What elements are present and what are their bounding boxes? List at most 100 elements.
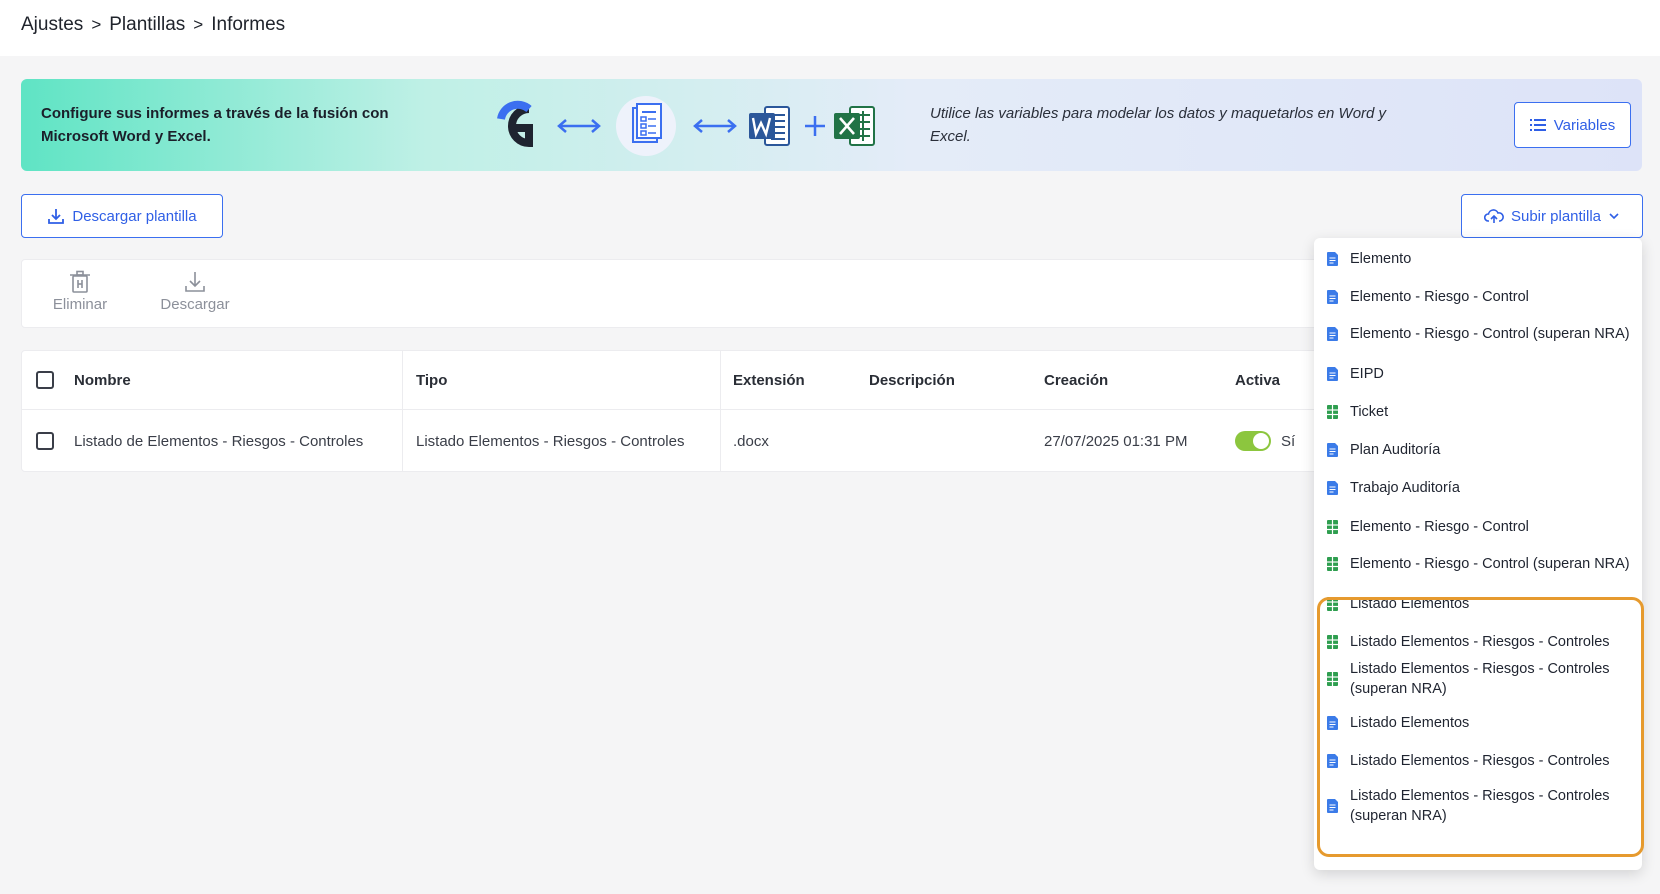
- dropdown-item-label: Trabajo Auditoría: [1350, 480, 1460, 496]
- breadcrumb-separator: >: [91, 15, 102, 34]
- dropdown-item-label: Elemento - Riesgo - Control (superan NRA…: [1350, 556, 1630, 572]
- dropdown-item-label: Elemento - Riesgo - Control: [1350, 289, 1529, 305]
- breadcrumb: Ajustes > Plantillas > Informes: [21, 14, 285, 36]
- active-toggle[interactable]: [1235, 431, 1271, 451]
- templates-table: Nombre Tipo Extensión Descripción Creaci…: [21, 350, 1361, 472]
- top-bar: Ajustes > Plantillas > Informes: [0, 0, 1660, 56]
- download-label: Descargar: [160, 296, 230, 313]
- dropdown-item[interactable]: Elemento - Riesgo - Control: [1314, 515, 1642, 539]
- dropdown-item[interactable]: Elemento: [1314, 247, 1642, 271]
- excel-icon: [834, 106, 875, 146]
- document-file-icon: [1327, 754, 1338, 768]
- breadcrumb-separator: >: [193, 15, 204, 34]
- g-logo-icon: [497, 100, 533, 148]
- breadcrumb-informes: Informes: [211, 14, 286, 35]
- dropdown-item[interactable]: Listado Elementos: [1314, 711, 1642, 735]
- word-icon: [749, 106, 790, 146]
- document-file-icon: [1327, 327, 1338, 341]
- plus-icon: [805, 116, 825, 136]
- column-header-descripcion[interactable]: Descripción: [869, 351, 955, 409]
- dropdown-item-label: Listado Elementos - Riesgos - Controles …: [1350, 661, 1610, 697]
- dropdown-item-label: Ticket: [1350, 404, 1389, 420]
- dropdown-item[interactable]: Elemento - Riesgo - Control: [1314, 285, 1642, 309]
- dropdown-item-label: Listado Elementos: [1350, 715, 1470, 731]
- dropdown-item-label: Listado Elementos: [1350, 596, 1470, 612]
- dropdown-item-label: Plan Auditoría: [1350, 442, 1441, 458]
- banner-hint: Utilice las variables para modelar los d…: [930, 105, 1387, 145]
- dropdown-item[interactable]: Plan Auditoría: [1314, 438, 1642, 462]
- table-toolbar: Eliminar Descargar: [21, 259, 1361, 328]
- banner-illustration: [497, 96, 875, 156]
- cell-nombre: Listado de Elementos - Riesgos - Control…: [74, 432, 364, 450]
- spreadsheet-file-icon: [1327, 520, 1338, 534]
- spreadsheet-file-icon: [1327, 557, 1338, 571]
- dropdown-item-label: Elemento - Riesgo - Control: [1350, 519, 1529, 535]
- download-button[interactable]: Descargar: [152, 270, 238, 313]
- column-header-activa[interactable]: Activa: [1235, 351, 1280, 409]
- dropdown-item[interactable]: Listado Elementos - Riesgos - Controles …: [1314, 657, 1642, 701]
- dropdown-item-label: Listado Elementos - Riesgos - Controles: [1350, 634, 1610, 650]
- column-header-nombre[interactable]: Nombre: [74, 351, 131, 409]
- document-file-icon: [1327, 367, 1338, 381]
- cell-creacion: 27/07/2025 01:31 PM: [1044, 432, 1188, 450]
- dropdown-item[interactable]: Listado Elementos: [1314, 592, 1642, 616]
- dropdown-item[interactable]: Trabajo Auditoría: [1314, 476, 1642, 500]
- spreadsheet-file-icon: [1327, 635, 1338, 649]
- variables-button[interactable]: Variables: [1514, 102, 1631, 148]
- variables-label: Variables: [1553, 116, 1616, 134]
- list-icon: [1529, 119, 1546, 131]
- dropdown-item[interactable]: Ticket: [1314, 400, 1642, 424]
- spreadsheet-file-icon: [1327, 597, 1338, 611]
- dropdown-item[interactable]: Elemento - Riesgo - Control (superan NRA…: [1314, 312, 1642, 356]
- download-template-button[interactable]: Descargar plantilla: [21, 194, 223, 238]
- document-file-icon: [1327, 716, 1338, 730]
- document-file-icon: [1327, 481, 1338, 495]
- dropdown-item[interactable]: Elemento - Riesgo - Control (superan NRA…: [1314, 542, 1642, 586]
- dropdown-item-label: Listado Elementos - Riesgos - Controles …: [1350, 788, 1610, 824]
- upload-template-dropdown: Elemento Elemento - Riesgo - Control Eleme…: [1314, 238, 1642, 870]
- dropdown-item[interactable]: EIPD: [1314, 362, 1642, 386]
- banner-description: Configure sus informes a través de la fu…: [41, 105, 389, 145]
- breadcrumb-plantillas[interactable]: Plantillas: [109, 14, 185, 36]
- dropdown-item-label: Elemento: [1350, 251, 1412, 267]
- dropdown-item[interactable]: Listado Elementos - Riesgos - Controles …: [1314, 784, 1642, 828]
- download-template-label: Descargar plantilla: [72, 207, 197, 225]
- document-file-icon: [1327, 290, 1338, 304]
- row-checkbox[interactable]: [36, 432, 54, 450]
- dropdown-item[interactable]: Listado Elementos - Riesgos - Controles: [1314, 749, 1642, 773]
- template-doc-icon: [616, 96, 676, 156]
- info-banner: Configure sus informes a través de la fu…: [21, 79, 1642, 171]
- column-header-creacion[interactable]: Creación: [1044, 351, 1108, 409]
- table-header: Nombre Tipo Extensión Descripción Creaci…: [22, 351, 1360, 410]
- column-header-tipo[interactable]: Tipo: [416, 351, 447, 409]
- cell-extension: .docx: [733, 432, 769, 450]
- column-header-extension[interactable]: Extensión: [733, 351, 805, 409]
- spreadsheet-file-icon: [1327, 405, 1338, 419]
- double-arrow-icon: [557, 119, 601, 133]
- select-all-cell: [36, 351, 54, 409]
- cloud-upload-icon: [1483, 209, 1504, 223]
- download-icon: [48, 209, 65, 224]
- dropdown-item-label: EIPD: [1350, 366, 1384, 382]
- dropdown-item[interactable]: Listado Elementos - Riesgos - Controles: [1314, 630, 1642, 654]
- document-file-icon: [1327, 799, 1338, 813]
- table-row[interactable]: Listado de Elementos - Riesgos - Control…: [22, 410, 1360, 472]
- download-icon: [185, 272, 205, 292]
- dropdown-item-label: Elemento - Riesgo - Control (superan NRA…: [1350, 326, 1630, 342]
- select-all-checkbox[interactable]: [36, 371, 54, 389]
- dropdown-item-label: Listado Elementos - Riesgos - Controles: [1350, 753, 1610, 769]
- delete-button[interactable]: Eliminar: [48, 270, 112, 313]
- double-arrow-icon: [693, 119, 737, 133]
- active-label: Sí: [1281, 432, 1296, 450]
- upload-template-label: Subir plantilla: [1510, 207, 1602, 225]
- trash-icon: [70, 270, 90, 293]
- spreadsheet-file-icon: [1327, 672, 1338, 686]
- upload-template-button[interactable]: Subir plantilla: [1461, 194, 1643, 238]
- document-file-icon: [1327, 443, 1338, 457]
- chevron-down-icon: [1609, 213, 1619, 220]
- row-select-cell: [36, 410, 54, 472]
- delete-label: Eliminar: [52, 296, 108, 313]
- cell-tipo: Listado Elementos - Riesgos - Controles: [416, 432, 685, 450]
- cell-activa: Sí: [1235, 410, 1295, 472]
- breadcrumb-ajustes[interactable]: Ajustes: [21, 14, 83, 36]
